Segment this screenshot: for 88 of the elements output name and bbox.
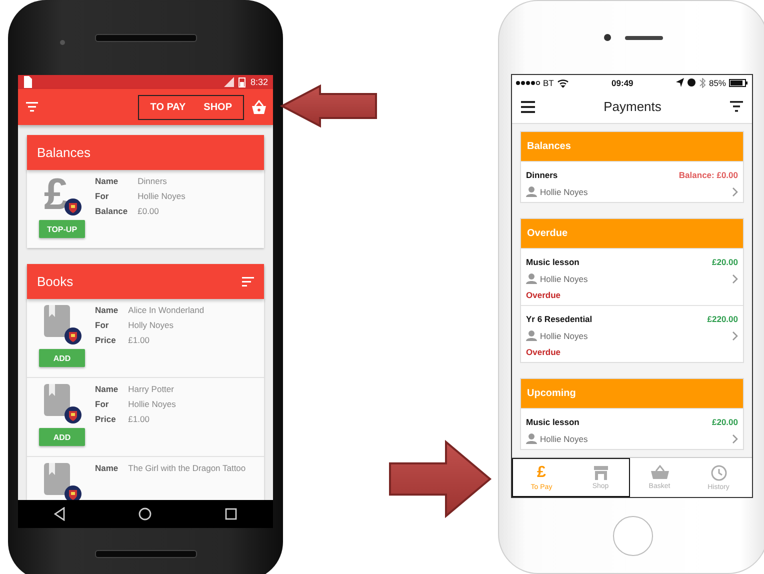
field-value: £1.00 [128, 335, 150, 345]
pound-icon: £ [44, 176, 74, 214]
sort-icon[interactable] [242, 276, 254, 288]
person-name: Hollie Noyes [540, 330, 588, 340]
basket-icon [650, 465, 668, 480]
amount-text: £20.00 [712, 257, 738, 267]
section-title: Upcoming [527, 388, 576, 399]
clock-icon [710, 464, 726, 480]
chevron-icon [732, 186, 738, 196]
filter-icon[interactable] [730, 101, 743, 112]
status-time: 09:49 [612, 78, 634, 88]
field-value: Hollie Noyes [138, 191, 186, 201]
crest-icon [64, 327, 82, 345]
book-icon [44, 305, 70, 337]
status-label: Overdue [526, 347, 562, 357]
basket-icon[interactable] [251, 100, 267, 114]
section-title: Balances [527, 141, 571, 152]
amount-text: £20.00 [712, 417, 738, 427]
bluetooth-icon [698, 78, 706, 88]
item-title: Dinners [526, 170, 558, 180]
person-icon [526, 186, 537, 197]
sim-icon [23, 76, 32, 88]
crest-icon [64, 406, 82, 424]
chevron-icon [732, 274, 738, 284]
location-icon [676, 78, 684, 87]
field-value: Holly Noyes [128, 320, 175, 330]
person-name: Hollie Noyes [540, 274, 588, 284]
amount-text: £220.00 [707, 314, 738, 324]
field-label: Name [95, 384, 118, 394]
field-label: For [95, 191, 110, 201]
section-title: Overdue [527, 228, 568, 239]
person-name: Hollie Noyes [540, 186, 588, 196]
item-title: Yr 6 Resedential [526, 314, 592, 324]
person-icon [526, 330, 537, 341]
field-label: For [95, 399, 110, 409]
amount-text: Balance: £0.00 [678, 170, 738, 180]
menu-icon[interactable] [521, 100, 535, 112]
item-title: Music lesson [526, 257, 580, 267]
wifi-icon [556, 78, 569, 88]
field-label: Price [95, 414, 117, 424]
field-label: Name [95, 305, 118, 315]
home-icon[interactable] [138, 507, 152, 521]
speaker-grille [624, 36, 662, 40]
field-label: Name [95, 176, 120, 186]
screen-title: Payments [604, 99, 662, 114]
camera-lens [60, 40, 65, 45]
field-value: £1.00 [128, 414, 150, 424]
book-icon [44, 463, 70, 495]
back-icon[interactable] [54, 507, 66, 521]
chevron-icon [732, 330, 738, 340]
chevron-icon [732, 434, 738, 444]
payment-row[interactable]: Music lesson £20.00 Hollie Noyes [521, 408, 743, 449]
carrier-name: BT [543, 78, 554, 88]
battery-icon [728, 78, 748, 86]
book-icon [44, 384, 70, 416]
signal-icon [516, 80, 540, 86]
field-value: The Girl with the Dragon Tattoo [128, 463, 246, 473]
toolbar-tab[interactable]: SHOP [194, 102, 241, 112]
section-title: Books [37, 274, 74, 289]
field-value: Dinners [138, 176, 168, 186]
person-name: Hollie Noyes [540, 434, 588, 444]
toolbar-tab[interactable]: TO PAY [141, 102, 195, 112]
battery-icon [238, 76, 246, 88]
payment-row[interactable]: Dinners Balance: £0.00 Hollie Noyes [521, 161, 743, 202]
field-label: Balance [95, 206, 128, 216]
camera-lens [604, 34, 610, 41]
field-label: Price [95, 335, 117, 345]
battery-level: 85% [708, 78, 726, 88]
recents-icon[interactable] [224, 508, 237, 520]
action-button[interactable]: TOP-UP [39, 220, 85, 238]
section-title: Balances [37, 145, 90, 160]
item-title: Music lesson [526, 417, 580, 427]
field-value: £0.00 [138, 206, 160, 216]
shop-icon [592, 466, 608, 480]
signal-icon [224, 77, 234, 87]
payment-row[interactable]: Music lesson £20.00 Hollie Noyes Overdue [521, 248, 743, 305]
field-value: Hollie Noyes [128, 399, 176, 409]
person-icon [526, 273, 537, 284]
payment-row[interactable]: Yr 6 Resedential £220.00 Hollie Noyes Overdue [521, 305, 743, 362]
status-label: Overdue [526, 290, 562, 300]
field-value: Alice In Wonderland [128, 305, 204, 315]
action-button[interactable]: ADD [39, 428, 85, 446]
field-label: Name [95, 463, 118, 473]
status-time: 8:32 [250, 77, 268, 87]
field-label: For [95, 320, 110, 330]
person-icon [526, 433, 537, 444]
field-value: Harry Potter [128, 384, 175, 394]
action-button[interactable]: ADD [39, 349, 85, 367]
